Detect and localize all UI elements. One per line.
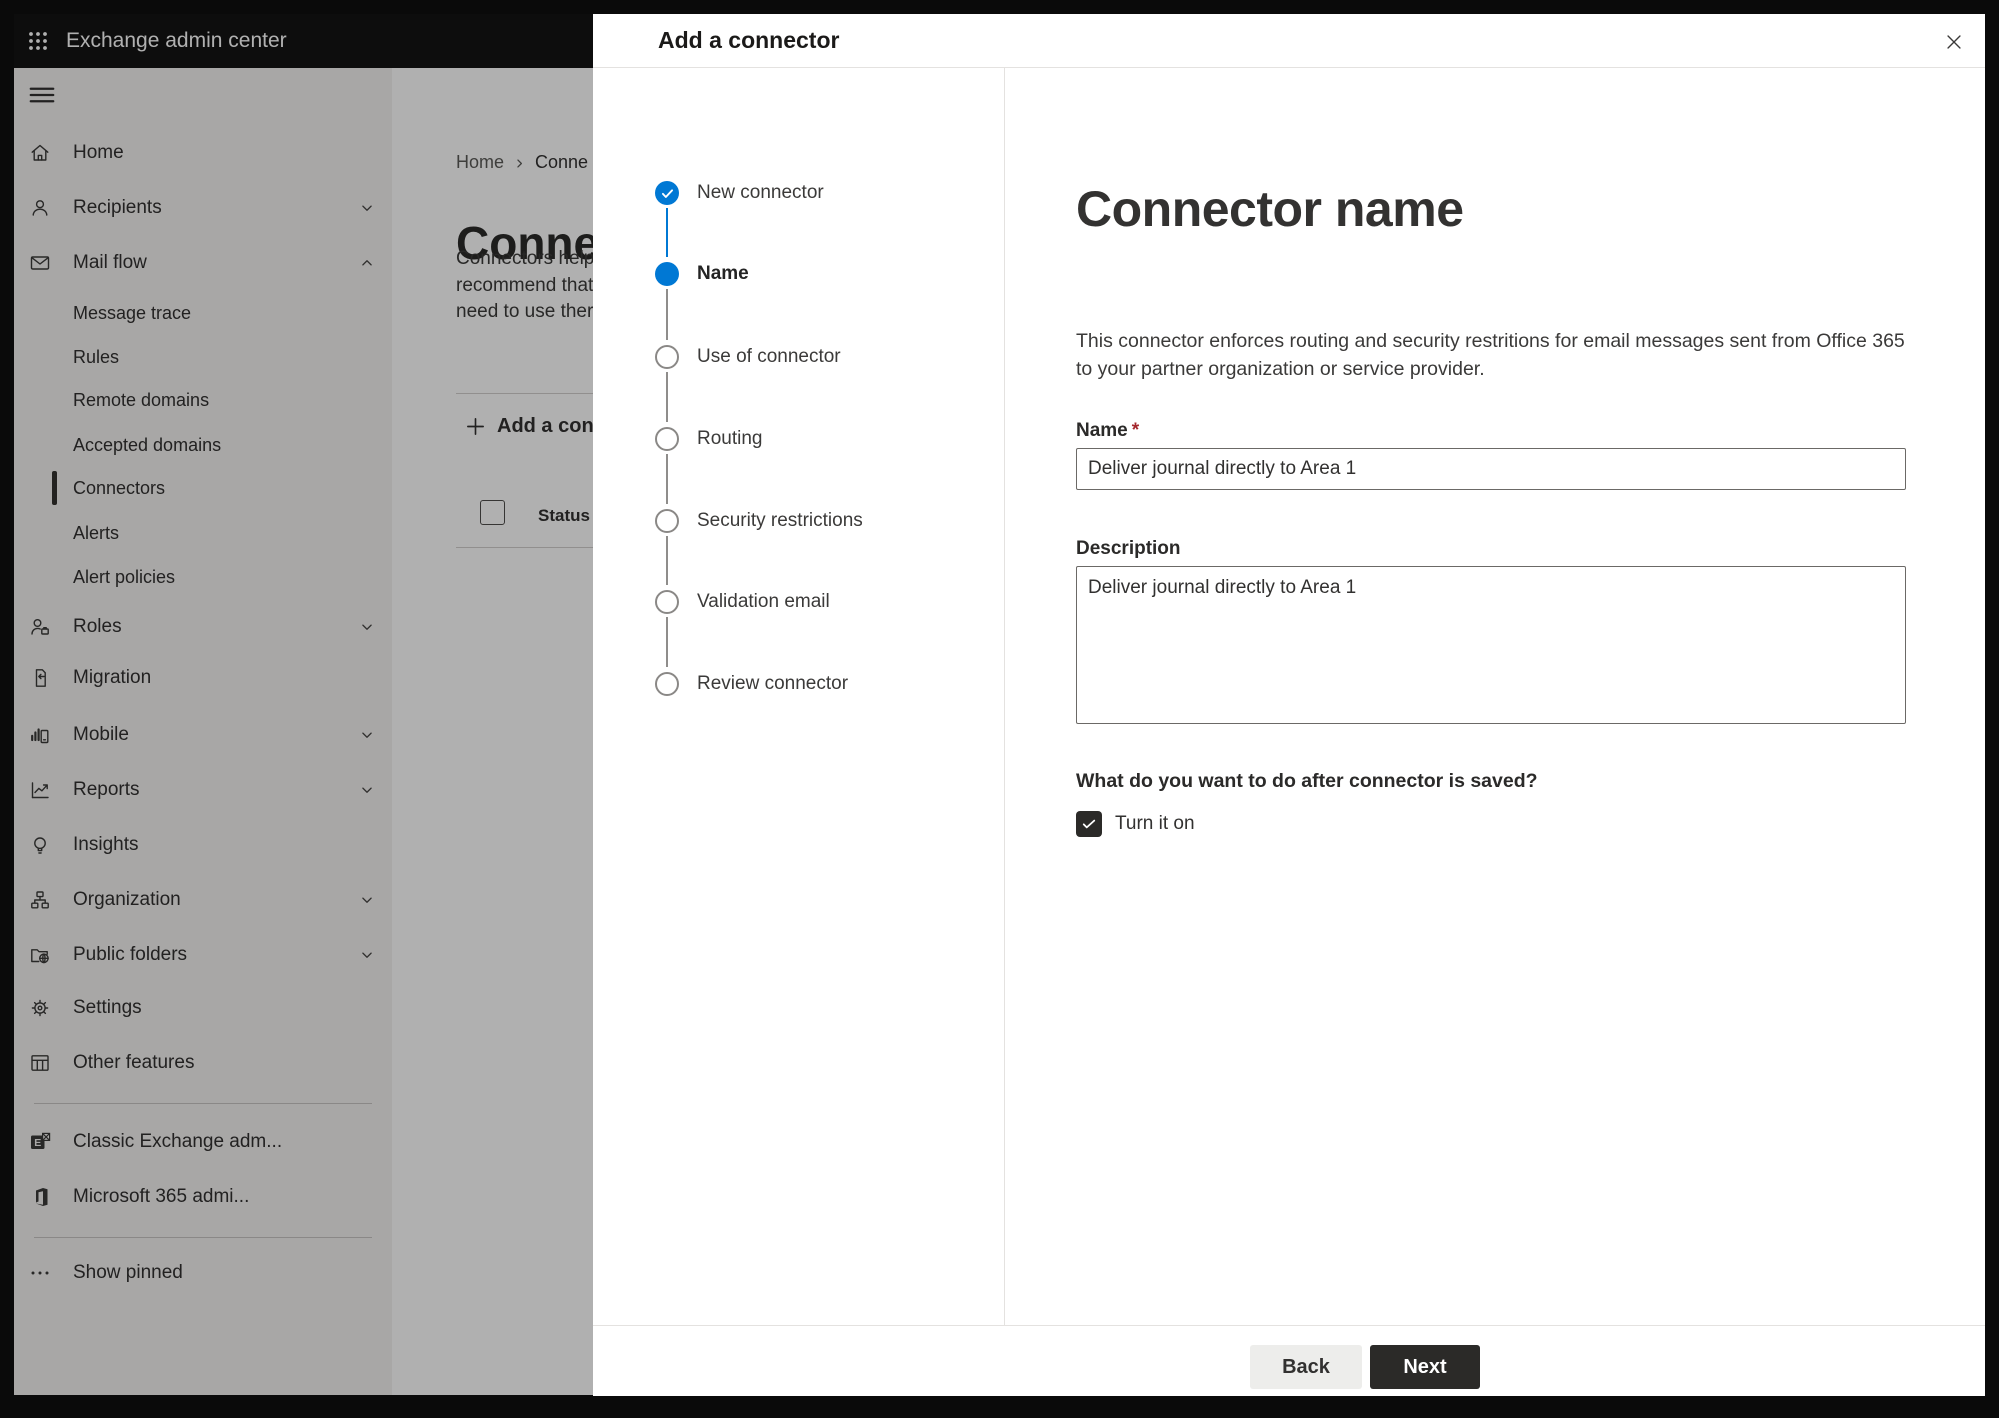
step-label: Validation email xyxy=(697,591,830,612)
step-pending-circle xyxy=(655,672,679,696)
step-label: Review connector xyxy=(697,673,849,694)
step-review-connector[interactable]: Review connector xyxy=(593,670,1004,698)
turn-it-on-label: Turn it on xyxy=(1115,813,1195,834)
step-new-connector[interactable]: New connector xyxy=(593,179,1004,207)
step-label: Name xyxy=(697,263,749,284)
step-label: New connector xyxy=(697,182,824,203)
step-connector-line xyxy=(666,289,669,340)
step-pending-circle xyxy=(655,427,679,451)
back-button[interactable]: Back xyxy=(1250,1345,1362,1389)
description-textarea[interactable]: Deliver journal directly to Area 1 xyxy=(1076,566,1906,724)
modal-header: Add a connector xyxy=(593,14,1985,68)
step-label: Use of connector xyxy=(697,346,841,367)
add-connector-modal: Add a connector New connector Name Use o… xyxy=(593,14,1985,1396)
step-completed-check-icon xyxy=(655,181,679,205)
checked-checkbox[interactable] xyxy=(1076,811,1102,837)
name-label-text: Name xyxy=(1076,420,1128,441)
name-field-label: Name * xyxy=(1076,420,1139,442)
step-connector-line xyxy=(666,536,669,585)
step-use-of-connector[interactable]: Use of connector xyxy=(593,343,1004,371)
step-connector-line xyxy=(666,454,669,504)
name-input[interactable] xyxy=(1076,448,1906,490)
step-label: Security restrictions xyxy=(697,510,863,531)
modal-title: Add a connector xyxy=(658,27,840,53)
turn-it-on-checkbox-row[interactable]: Turn it on xyxy=(1076,810,1195,838)
step-connector-line xyxy=(666,372,669,422)
step-label: Routing xyxy=(697,428,763,449)
wizard-steps: New connector Name Use of connector Rout… xyxy=(593,67,1005,1325)
step-routing[interactable]: Routing xyxy=(593,425,1004,453)
step-pending-circle xyxy=(655,509,679,533)
step-connector-line xyxy=(666,208,669,257)
close-icon[interactable] xyxy=(1939,27,1969,57)
step-validation-email[interactable]: Validation email xyxy=(593,588,1004,616)
after-save-question: What do you want to do after connector i… xyxy=(1076,770,1538,792)
step-connector-line xyxy=(666,617,669,667)
description-field-label: Description xyxy=(1076,538,1181,559)
pane-description: This connector enforces routing and secu… xyxy=(1076,330,1905,380)
step-pending-circle xyxy=(655,345,679,369)
pane-heading: Connector name xyxy=(1076,181,1464,237)
step-current-dot xyxy=(655,262,679,286)
step-name[interactable]: Name xyxy=(593,260,1004,288)
screen: Exchange admin center Home Recipients Ma… xyxy=(0,0,1999,1418)
modal-footer: Back Next xyxy=(593,1325,1985,1396)
required-asterisk: * xyxy=(1131,420,1140,441)
step-security-restrictions[interactable]: Security restrictions xyxy=(593,507,1004,535)
step-pending-circle xyxy=(655,590,679,614)
next-button[interactable]: Next xyxy=(1370,1345,1480,1389)
